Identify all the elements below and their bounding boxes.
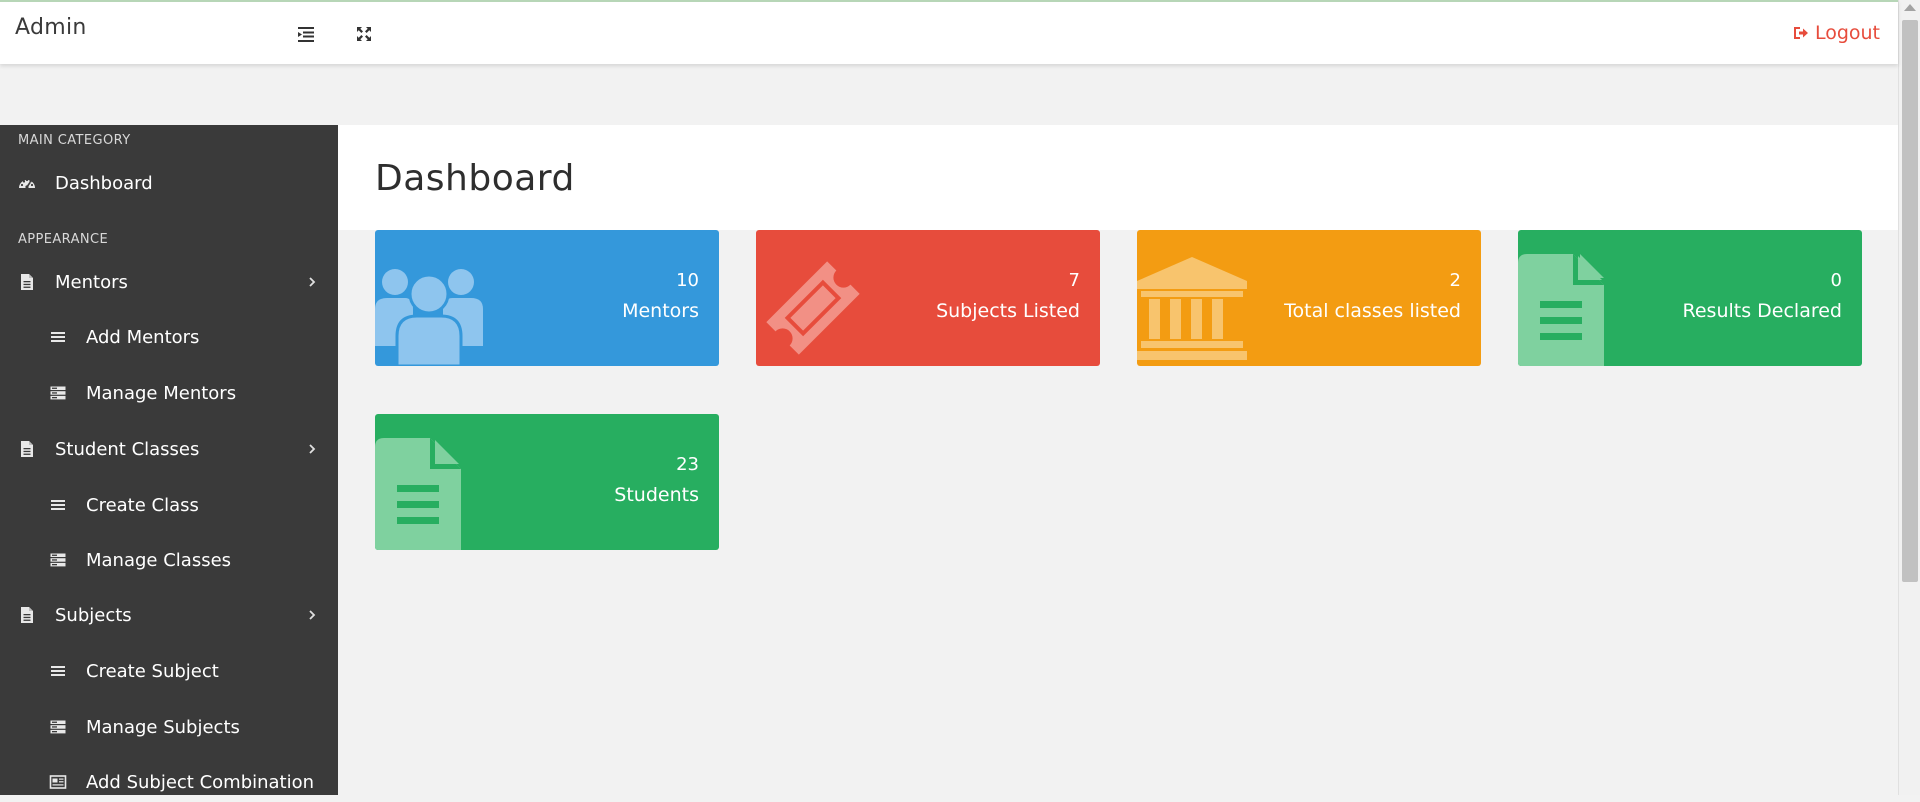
sidebar-item-label: Add Subject Combination — [86, 771, 315, 793]
sidebar-toggle-icon[interactable] — [296, 24, 316, 44]
stat-count: 2 — [1449, 270, 1461, 291]
sidebar-item-label: Student Classes — [55, 438, 200, 460]
sidebar-item-label: Dashboard — [55, 172, 153, 194]
file-icon — [18, 273, 36, 291]
stat-count: 0 — [1830, 270, 1842, 291]
sidebar: MAIN CATEGORY Dashboard APPEARANCE Mento… — [0, 125, 338, 795]
ticket-icon — [756, 251, 871, 366]
sidebar-item-label: Manage Mentors — [86, 382, 237, 404]
logout-button[interactable]: Logout — [1793, 22, 1880, 44]
sidebar-item-subjects[interactable]: Subjects — [0, 595, 338, 635]
scroll-thumb[interactable] — [1902, 20, 1918, 582]
chevron-right-icon — [306, 609, 318, 621]
sidebar-item-label: Add Mentors — [86, 326, 200, 348]
stat-count: 23 — [676, 454, 699, 475]
file-text-icon — [375, 435, 490, 550]
page-title-bar: Dashboard — [338, 125, 1898, 230]
sidebar-item-label: Mentors — [55, 271, 128, 293]
sidebar-item-mentors[interactable]: Mentors — [0, 262, 338, 302]
sidebar-item-label: Subjects — [55, 604, 132, 626]
stat-card-mentors[interactable]: 10 Mentors — [375, 230, 719, 366]
logout-label: Logout — [1814, 22, 1880, 44]
chevron-right-icon — [306, 276, 318, 288]
bank-icon — [1137, 251, 1252, 366]
stat-label: Results Declared — [1682, 300, 1842, 322]
sidebar-item-create-class[interactable]: Create Class — [0, 485, 338, 525]
sidebar-heading-main: MAIN CATEGORY — [18, 133, 131, 148]
sidebar-heading-appearance: APPEARANCE — [18, 232, 109, 247]
sidebar-item-student-classes[interactable]: Student Classes — [0, 429, 338, 469]
fullscreen-icon[interactable] — [354, 24, 374, 44]
newspaper-icon — [49, 773, 67, 791]
list-icon — [49, 662, 67, 680]
server-icon — [49, 718, 67, 736]
sidebar-item-add-mentors[interactable]: Add Mentors — [0, 317, 338, 357]
file-text-icon — [1518, 251, 1633, 366]
chevron-right-icon — [306, 443, 318, 455]
dashboard-icon — [18, 174, 36, 192]
stat-count: 10 — [676, 270, 699, 291]
sidebar-item-label: Create Class — [86, 494, 199, 516]
sidebar-item-manage-subjects[interactable]: Manage Subjects — [0, 707, 338, 747]
stat-label: Total classes listed — [1284, 300, 1461, 322]
stat-card-subjects-listed[interactable]: 7 Subjects Listed — [756, 230, 1100, 366]
stat-card-results-declared[interactable]: 0 Results Declared — [1518, 230, 1862, 366]
page-scrollbar[interactable] — [1898, 0, 1920, 795]
file-icon — [18, 606, 36, 624]
server-icon — [49, 384, 67, 402]
sidebar-item-label: Manage Subjects — [86, 716, 240, 738]
stat-card-students[interactable]: 23 Students — [375, 414, 719, 550]
stat-count: 7 — [1068, 270, 1080, 291]
stat-label: Subjects Listed — [936, 300, 1080, 322]
server-icon — [49, 551, 67, 569]
file-icon — [18, 440, 36, 458]
sign-out-icon — [1793, 27, 1808, 39]
stat-label: Mentors — [622, 300, 699, 322]
brand-title[interactable]: Admin — [15, 15, 87, 40]
sidebar-item-create-subject[interactable]: Create Subject — [0, 651, 338, 691]
users-icon — [375, 251, 490, 366]
list-icon — [49, 496, 67, 514]
page-title: Dashboard — [375, 158, 575, 199]
sidebar-item-manage-mentors[interactable]: Manage Mentors — [0, 373, 338, 413]
top-header: Admin Logout — [0, 0, 1898, 64]
sidebar-item-add-subject-combination[interactable]: Add Subject Combination — [0, 762, 338, 802]
sidebar-item-label: Create Subject — [86, 660, 219, 682]
scroll-up-arrow-icon[interactable] — [1904, 4, 1916, 11]
sidebar-item-manage-classes[interactable]: Manage Classes — [0, 540, 338, 580]
stat-label: Students — [614, 484, 699, 506]
list-icon — [49, 328, 67, 346]
stat-card-total-classes[interactable]: 2 Total classes listed — [1137, 230, 1481, 366]
sidebar-item-label: Manage Classes — [86, 549, 232, 571]
sidebar-item-dashboard[interactable]: Dashboard — [0, 163, 338, 203]
